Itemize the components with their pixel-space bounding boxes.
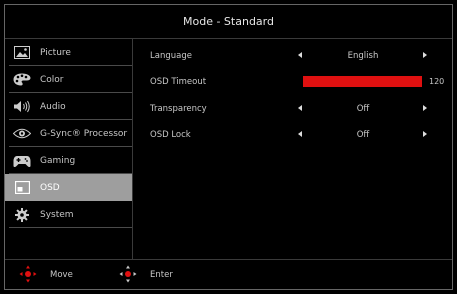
sidebar: Picture Color Audio G-Sync® Processor Ga…	[5, 39, 133, 259]
sidebar-item-gsync-processor[interactable]: G-Sync® Processor	[5, 120, 132, 147]
setting-transparency[interactable]: Transparency Off	[133, 95, 452, 121]
enter-label: Enter	[150, 270, 173, 280]
arrow-left-icon[interactable]	[298, 52, 302, 58]
setting-label: OSD Timeout	[150, 77, 207, 87]
sidebar-item-picture[interactable]: Picture	[5, 39, 132, 66]
setting-osd-lock[interactable]: OSD Lock Off	[133, 121, 452, 147]
settings-panel: Language English OSD Timeout 120 Transpa…	[133, 39, 452, 259]
sidebar-item-color[interactable]: Color	[5, 66, 132, 93]
gsync-eye-icon	[13, 127, 31, 141]
setting-value: Off	[356, 104, 370, 114]
setting-label: Language	[150, 51, 192, 61]
gamepad-icon	[13, 154, 31, 168]
sidebar-item-label: Color	[40, 74, 64, 85]
setting-label: Transparency	[150, 104, 207, 114]
speaker-icon	[13, 100, 31, 114]
palette-icon	[13, 73, 31, 87]
sidebar-item-osd[interactable]: OSD	[5, 174, 132, 201]
sidebar-item-label: G-Sync® Processor	[40, 128, 128, 139]
mode-title: Mode - Standard	[183, 15, 274, 28]
arrow-right-icon[interactable]	[423, 52, 427, 58]
joystick-move-icon	[19, 265, 37, 283]
sidebar-item-label: Gaming	[40, 155, 76, 166]
setting-label: OSD Lock	[150, 130, 191, 140]
gear-icon	[13, 207, 31, 222]
sidebar-item-label: OSD	[40, 182, 60, 193]
sidebar-item-label: Picture	[40, 47, 71, 58]
arrow-right-icon[interactable]	[423, 105, 427, 111]
arrow-right-icon[interactable]	[423, 131, 427, 137]
sidebar-item-gaming[interactable]: Gaming	[5, 147, 132, 174]
sidebar-item-audio[interactable]: Audio	[5, 93, 132, 120]
sidebar-item-label: Audio	[40, 101, 66, 112]
setting-value: English	[347, 51, 379, 61]
osd-icon	[13, 181, 31, 195]
menu-header: Mode - Standard	[5, 5, 452, 38]
setting-language[interactable]: Language English	[133, 42, 452, 68]
picture-icon	[13, 46, 31, 60]
sidebar-item-label: System	[40, 209, 74, 220]
setting-value: Off	[356, 130, 370, 140]
footer: Move Enter	[5, 260, 452, 290]
setting-osd-timeout[interactable]: OSD Timeout 120	[133, 68, 452, 94]
setting-value: 120	[429, 77, 445, 86]
slider-fill	[303, 76, 422, 87]
arrow-left-icon[interactable]	[298, 105, 302, 111]
joystick-enter-icon	[119, 265, 137, 283]
move-label: Move	[50, 270, 73, 280]
sidebar-item-system[interactable]: System	[5, 201, 132, 228]
osd-menu: Mode - Standard Picture Color Audio G-Sy…	[4, 4, 453, 290]
arrow-left-icon[interactable]	[298, 131, 302, 137]
osd-timeout-slider[interactable]	[303, 76, 422, 87]
